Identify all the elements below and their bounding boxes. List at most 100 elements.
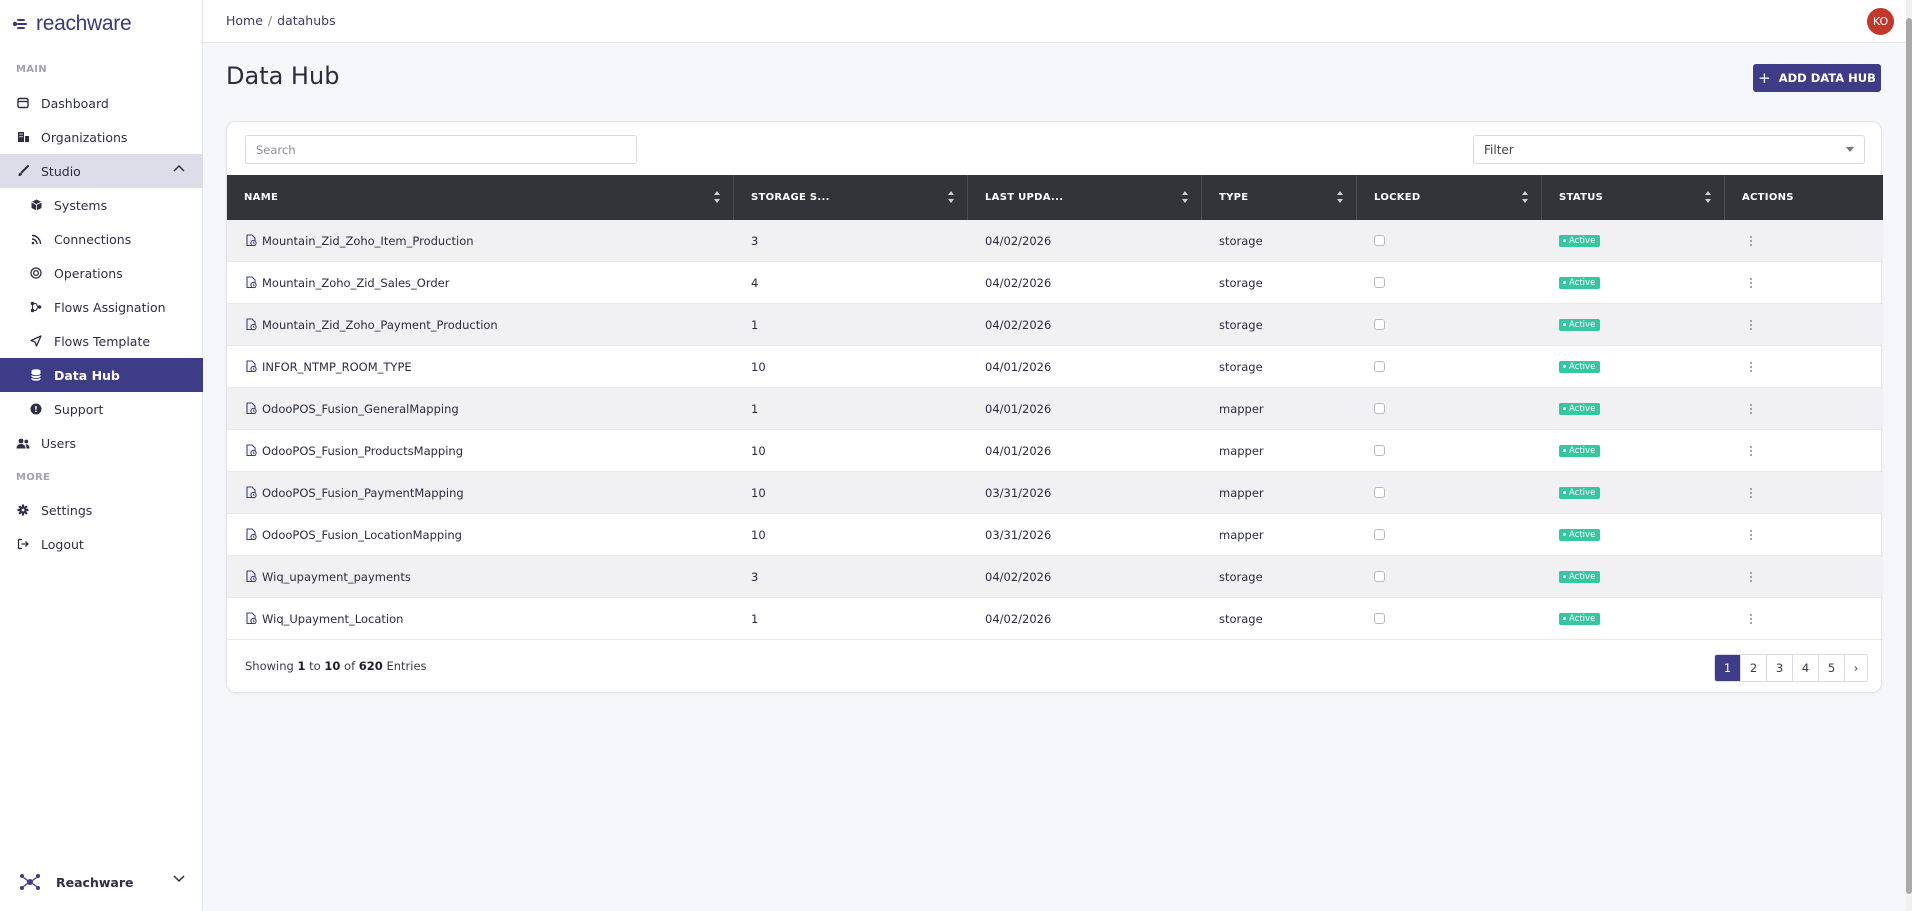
sidebar-item-flows-template[interactable]: Flows Template	[0, 324, 203, 358]
more-actions-icon[interactable]	[1750, 361, 1752, 372]
locked-checkbox[interactable]	[1374, 235, 1385, 246]
page-scrollbar[interactable]	[1906, 0, 1912, 911]
more-actions-icon[interactable]	[1750, 319, 1752, 330]
datahub-name[interactable]: OdooPOS_Fusion_LocationMapping	[262, 528, 462, 542]
locked-checkbox[interactable]	[1374, 319, 1385, 330]
chevron-up-icon[interactable]	[173, 164, 185, 172]
datahub-name[interactable]: OdooPOS_Fusion_ProductsMapping	[262, 444, 463, 458]
sidebar-item-operations[interactable]: Operations	[0, 256, 203, 290]
more-actions-icon[interactable]	[1750, 613, 1752, 624]
more-actions-icon[interactable]	[1750, 571, 1752, 582]
user-avatar[interactable]: KO	[1867, 8, 1894, 35]
cell-actions	[1725, 388, 1883, 429]
table-row[interactable]: INFOR_NTMP_ROOM_TYPE 10 04/01/2026 storage A…	[227, 346, 1883, 388]
table-row[interactable]: OdooPOS_Fusion_PaymentMapping 10 03/31/202…	[227, 472, 1883, 514]
cell-locked	[1357, 262, 1542, 303]
datahub-name[interactable]: INFOR_NTMP_ROOM_TYPE	[262, 360, 412, 374]
column-header-name[interactable]: NAME	[227, 175, 734, 220]
sidebar-item-connections[interactable]: Connections	[0, 222, 203, 256]
column-header-last-updated[interactable]: LAST UPDA...	[968, 175, 1202, 220]
locked-checkbox[interactable]	[1374, 361, 1385, 372]
datahub-name[interactable]: Wiq_upayment_payments	[262, 570, 411, 584]
cell-storage-size: 10	[751, 527, 766, 542]
target-icon	[29, 266, 43, 280]
table-row[interactable]: OdooPOS_Fusion_LocationMapping 10 03/31/20…	[227, 514, 1883, 556]
sort-icon[interactable]	[1704, 190, 1712, 204]
page-button-4[interactable]: 4	[1793, 655, 1819, 681]
svg-text:!: !	[34, 405, 38, 414]
sort-icon[interactable]	[1181, 190, 1189, 204]
table-row[interactable]: Mountain_Zid_Zoho_Payment_Production 1 04/…	[227, 304, 1883, 346]
page-button-3[interactable]: 3	[1767, 655, 1793, 681]
locked-checkbox[interactable]	[1374, 613, 1385, 624]
cell-last-updated: 04/02/2026	[985, 275, 1052, 290]
sidebar-item-flows-assignation[interactable]: Flows Assignation	[0, 290, 203, 324]
breadcrumb-home[interactable]: Home	[226, 13, 263, 28]
locked-checkbox[interactable]	[1374, 445, 1385, 456]
search-input[interactable]	[245, 135, 637, 164]
page-button-2[interactable]: 2	[1741, 655, 1767, 681]
more-actions-icon[interactable]	[1750, 445, 1752, 456]
reachware-logo[interactable]: reachware	[12, 12, 132, 36]
datahub-file-icon	[246, 486, 257, 499]
status-badge: Active	[1559, 276, 1601, 289]
filter-select[interactable]: Filter	[1473, 135, 1865, 164]
sidebar-item-users[interactable]: Users	[0, 426, 203, 460]
table-row[interactable]: OdooPOS_Fusion_ProductsMapping 10 04/01/20…	[227, 430, 1883, 472]
table-body: Mountain_Zid_Zoho_Item_Production 3 04/02/…	[227, 220, 1883, 640]
sort-icon[interactable]	[713, 190, 721, 204]
workspace-switcher[interactable]: Reachware	[0, 853, 203, 911]
data-hub-table: NAME STORAGE S... LAST UPDA... TYPE LOCKED ST…	[227, 175, 1883, 640]
add-data-hub-button[interactable]: + ADD DATA HUB	[1753, 64, 1881, 92]
table-row[interactable]: OdooPOS_Fusion_GeneralMapping 1 04/01/2026…	[227, 388, 1883, 430]
table-row[interactable]: Wiq_upayment_payments 3 04/02/2026 storage A…	[227, 556, 1883, 598]
chevron-down-icon[interactable]	[173, 875, 185, 883]
column-header-locked[interactable]: LOCKED	[1357, 175, 1542, 220]
column-header-type[interactable]: TYPE	[1202, 175, 1357, 220]
cell-name: Mountain_Zid_Zoho_Payment_Production	[227, 304, 734, 345]
table-row[interactable]: Wiq_Upayment_Location 1 04/02/2026 storage A…	[227, 598, 1883, 640]
sidebar-item-dashboard[interactable]: Dashboard	[0, 86, 203, 120]
datahub-name[interactable]: Mountain_Zid_Zoho_Payment_Production	[262, 318, 498, 332]
sort-icon[interactable]	[947, 190, 955, 204]
page-button-5[interactable]: 5	[1819, 655, 1845, 681]
locked-checkbox[interactable]	[1374, 487, 1385, 498]
sort-icon[interactable]	[1336, 190, 1344, 204]
sidebar-item-organizations[interactable]: Organizations	[0, 120, 203, 154]
table-row[interactable]: Mountain_Zoho_Zid_Sales_Order 4 04/02/2026…	[227, 262, 1883, 304]
range-from: 1	[297, 659, 306, 673]
locked-checkbox[interactable]	[1374, 571, 1385, 582]
locked-checkbox[interactable]	[1374, 529, 1385, 540]
help-icon: !	[29, 402, 43, 416]
locked-checkbox[interactable]	[1374, 277, 1385, 288]
more-actions-icon[interactable]	[1750, 277, 1752, 288]
sidebar-item-logout[interactable]: Logout	[0, 527, 203, 561]
sort-icon[interactable]	[1521, 190, 1529, 204]
of-word: of	[344, 659, 356, 673]
cell-type: storage	[1219, 233, 1263, 248]
sidebar-item-systems[interactable]: Systems	[0, 188, 203, 222]
status-badge: Active	[1559, 486, 1601, 499]
datahub-name[interactable]: Mountain_Zoho_Zid_Sales_Order	[262, 276, 449, 290]
locked-checkbox[interactable]	[1374, 403, 1385, 414]
more-actions-icon[interactable]	[1750, 235, 1752, 246]
datahub-name[interactable]: Wiq_Upayment_Location	[262, 612, 403, 626]
status-dot-icon	[1563, 533, 1566, 536]
column-header-label: STORAGE S...	[751, 192, 830, 203]
column-header-status[interactable]: STATUS	[1542, 175, 1725, 220]
sidebar-item-support[interactable]: ! Support	[0, 392, 203, 426]
sidebar-item-data-hub[interactable]: Data Hub	[0, 358, 203, 392]
column-header-storage-size[interactable]: STORAGE S...	[734, 175, 968, 220]
page-button-1[interactable]: 1	[1715, 655, 1741, 681]
more-actions-icon[interactable]	[1750, 487, 1752, 498]
more-actions-icon[interactable]	[1750, 403, 1752, 414]
sidebar-item-studio[interactable]: Studio	[0, 154, 203, 188]
more-actions-icon[interactable]	[1750, 529, 1752, 540]
table-row[interactable]: Mountain_Zid_Zoho_Item_Production 3 04/02/…	[227, 220, 1883, 262]
datahub-name[interactable]: OdooPOS_Fusion_PaymentMapping	[262, 486, 464, 500]
datahub-name[interactable]: Mountain_Zid_Zoho_Item_Production	[262, 234, 474, 248]
scrollbar-thumb[interactable]	[1906, 18, 1912, 894]
datahub-name[interactable]: OdooPOS_Fusion_GeneralMapping	[262, 402, 459, 416]
next-page-button[interactable]: ›	[1845, 655, 1867, 681]
sidebar-item-settings[interactable]: Settings	[0, 493, 203, 527]
